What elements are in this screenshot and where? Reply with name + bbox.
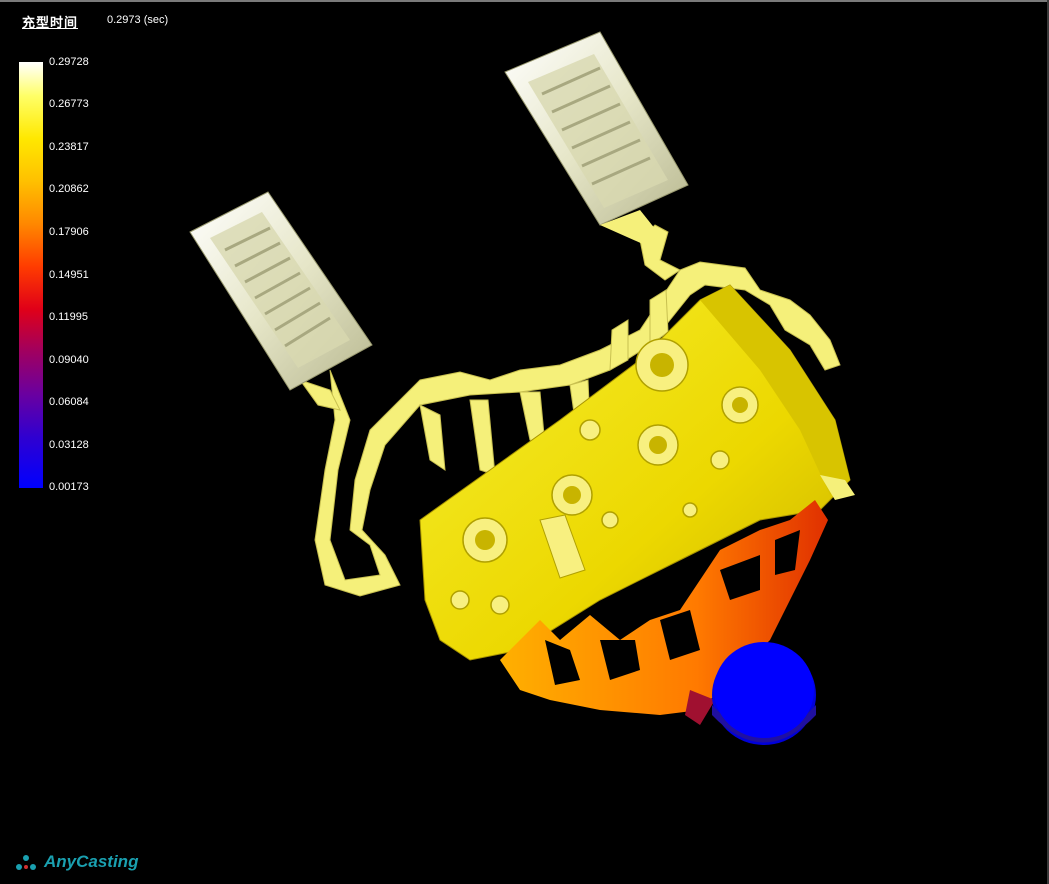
- brand-logo: AnyCasting: [14, 852, 138, 872]
- riser-left: [189, 191, 373, 391]
- brand-name: AnyCasting: [44, 852, 139, 871]
- anycasting-logo-icon: [16, 855, 36, 870]
- 3d-viewport[interactable]: [0, 0, 1049, 884]
- sprue: [712, 642, 816, 745]
- riser-right: [504, 31, 689, 245]
